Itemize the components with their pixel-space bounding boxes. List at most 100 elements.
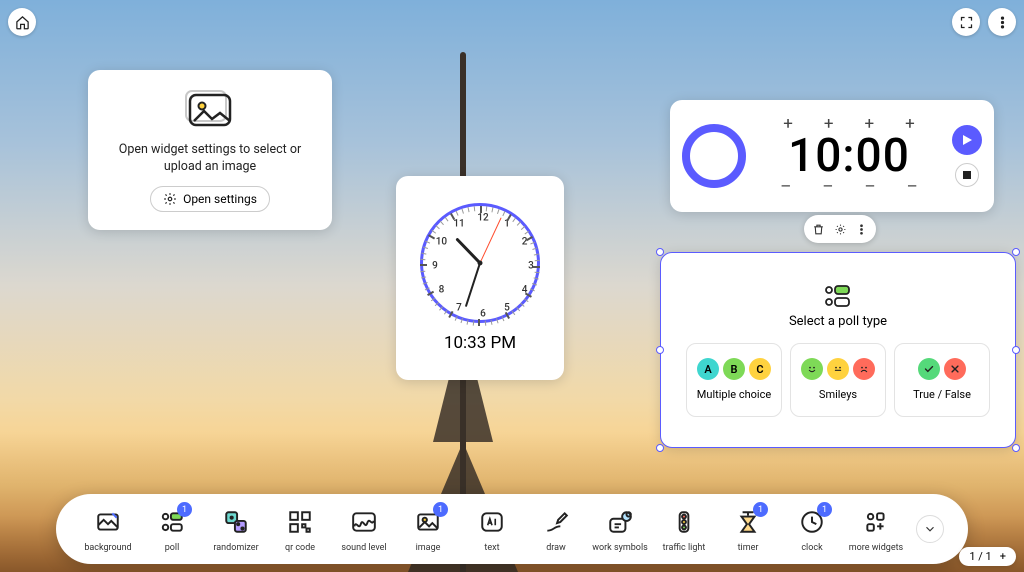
smiley-sad (853, 358, 875, 380)
tool-traffic[interactable]: traffic light (656, 504, 712, 554)
tool-label: traffic light (663, 544, 706, 554)
tool-work[interactable]: work symbols (592, 504, 648, 554)
poll-icon (823, 284, 853, 308)
tool-sound[interactable]: sound level (336, 504, 392, 554)
widget-settings-button[interactable] (833, 222, 848, 237)
fullscreen-button[interactable] (952, 8, 980, 36)
gear-icon (834, 223, 847, 236)
timer-play-button[interactable] (952, 125, 982, 155)
tool-label: sound level (341, 544, 386, 554)
tool-badge: 1 (433, 502, 448, 517)
toolbar-collapse-button[interactable] (916, 515, 944, 543)
poll-title: Select a poll type (789, 314, 887, 329)
clock-number: 8 (439, 285, 445, 296)
gear-icon (163, 192, 177, 206)
widget-context-bar (804, 215, 876, 243)
image-widget-message: Open widget settings to select or upload… (104, 141, 316, 176)
clock-number: 9 (432, 261, 438, 272)
widget-toolbar: background poll 1 randomizer qr code sound le… (56, 494, 968, 564)
timer-minus-3[interactable]: – (865, 179, 876, 196)
tool-label: clock (801, 544, 822, 554)
tool-label: poll (165, 544, 180, 554)
tool-image[interactable]: image 1 (400, 504, 456, 554)
tool-poll[interactable]: poll 1 (144, 504, 200, 554)
selection-handle[interactable] (656, 444, 664, 452)
draw-icon (543, 509, 569, 535)
add-page-button[interactable]: + (1000, 550, 1006, 563)
poll-option-0[interactable]: ABCMultiple choice (686, 343, 782, 417)
background-icon (95, 509, 121, 535)
selection-handle[interactable] (1012, 444, 1020, 452)
sound-icon (351, 509, 377, 535)
selection-handle[interactable] (656, 346, 664, 354)
more-vertical-icon (855, 223, 868, 236)
tool-label: text (484, 544, 499, 554)
selection-handle[interactable] (1012, 248, 1020, 256)
tool-qrcode[interactable]: qr code (272, 504, 328, 554)
tool-badge: 1 (817, 502, 832, 517)
tool-label: work symbols (592, 544, 648, 554)
tool-badge: 1 (177, 502, 192, 517)
poll-option-1[interactable]: Smileys (790, 343, 886, 417)
mark-check (918, 358, 940, 380)
home-button[interactable] (8, 8, 36, 36)
work-icon (607, 509, 633, 535)
tool-label: image (416, 544, 441, 554)
timer-minus-2[interactable]: – (822, 179, 833, 196)
timer-stop-button[interactable] (955, 163, 979, 187)
page-count: 1 / 1 (969, 550, 991, 563)
clock-time-label: 10:33 PM (444, 333, 516, 353)
poll-letter: B (723, 358, 745, 380)
image-widget[interactable]: Open widget settings to select or upload… (88, 70, 332, 230)
timer-value: 10:00 (788, 133, 910, 179)
tool-morew[interactable]: more widgets (848, 504, 904, 554)
clock-number: 12 (477, 213, 488, 224)
timer-widget[interactable]: + + + + 10:00 – – – – (670, 100, 994, 212)
page-indicator: 1 / 1 + (959, 547, 1016, 566)
more-icon (995, 15, 1010, 30)
widget-more-button[interactable] (854, 222, 869, 237)
tool-label: randomizer (213, 544, 258, 554)
text-icon (479, 509, 505, 535)
tool-label: draw (546, 544, 566, 554)
selection-handle[interactable] (656, 248, 664, 256)
smiley-happy (801, 358, 823, 380)
clock-number: 10 (436, 237, 447, 248)
clock-number: 11 (453, 219, 464, 230)
timer-minus-1[interactable]: – (780, 179, 791, 196)
clock-number: 7 (456, 302, 462, 313)
more-button[interactable] (988, 8, 1016, 36)
poll-option-label: Smileys (819, 388, 857, 401)
delete-widget-button[interactable] (811, 222, 826, 237)
selection-handle[interactable] (1012, 346, 1020, 354)
tool-draw[interactable]: draw (528, 504, 584, 554)
poll-option-label: True / False (913, 388, 971, 401)
trash-icon (812, 223, 825, 236)
tool-label: more widgets (849, 544, 903, 554)
tool-badge: 1 (753, 502, 768, 517)
tool-randomizer[interactable]: randomizer (208, 504, 264, 554)
timer-ring (682, 124, 746, 188)
poll-option-2[interactable]: True / False (894, 343, 990, 417)
open-settings-button[interactable]: Open settings (150, 186, 270, 212)
tool-clock[interactable]: clock 1 (784, 504, 840, 554)
traffic-icon (671, 509, 697, 535)
open-settings-label: Open settings (183, 192, 257, 206)
tool-timer[interactable]: timer 1 (720, 504, 776, 554)
home-icon (15, 15, 30, 30)
fullscreen-icon (959, 15, 974, 30)
qrcode-icon (287, 509, 313, 535)
timer-decrement-row: – – – – (780, 179, 918, 196)
poll-option-label: Multiple choice (697, 388, 771, 401)
clock-widget[interactable]: 121234567891011 10:33 PM (396, 176, 564, 380)
timer-minus-4[interactable]: – (907, 179, 918, 196)
tool-label: timer (738, 544, 759, 554)
stop-icon (963, 171, 971, 179)
randomizer-icon (223, 509, 249, 535)
image-placeholder-icon (184, 89, 236, 131)
tool-label: background (84, 544, 131, 554)
tool-background[interactable]: background (80, 504, 136, 554)
poll-letter: A (697, 358, 719, 380)
poll-widget[interactable]: Select a poll type ABCMultiple choice Smi… (660, 252, 1016, 448)
tool-text[interactable]: text (464, 504, 520, 554)
